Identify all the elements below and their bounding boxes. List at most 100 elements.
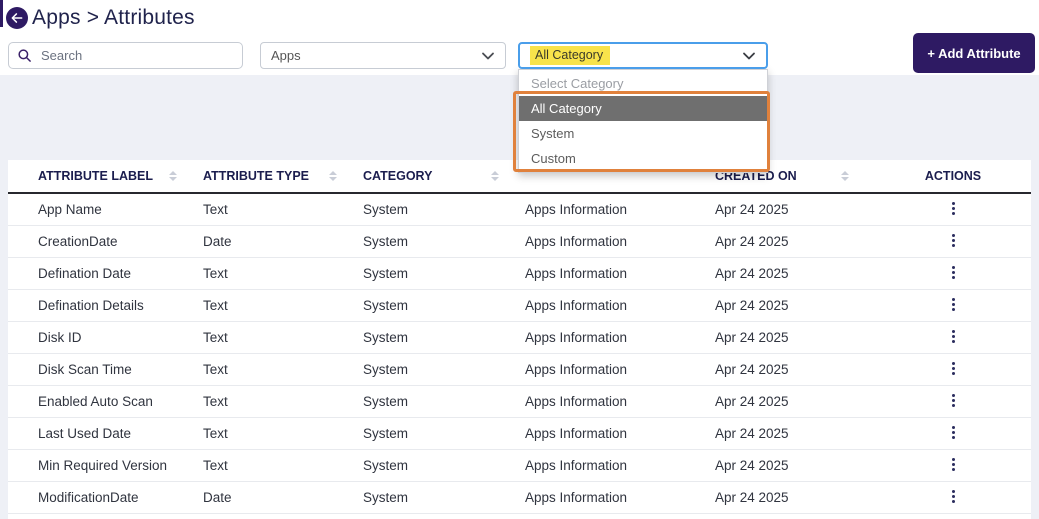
- table-cell: Disk ID: [8, 321, 203, 354]
- table-cell: Text: [203, 385, 363, 418]
- table-cell: Apr 24 2025: [715, 353, 875, 386]
- table-cell: Text: [203, 353, 363, 386]
- chevron-down-icon: [482, 52, 494, 59]
- dropdown-option-system[interactable]: System: [519, 121, 767, 146]
- table-cell: Enabled Auto Scan: [8, 385, 203, 418]
- table-cell: Apr 24 2025: [715, 257, 875, 290]
- apps-select-value: Apps: [271, 48, 301, 63]
- page-header: Apps > Attributes: [6, 6, 195, 30]
- table-cell: System: [363, 289, 525, 322]
- sort-icon[interactable]: [169, 171, 177, 181]
- row-actions-kebab-icon[interactable]: [946, 326, 961, 347]
- table-cell: Apr 24 2025: [715, 289, 875, 322]
- table-cell: Apr 24 2025: [715, 193, 875, 226]
- sort-icon[interactable]: [329, 171, 337, 181]
- table-cell: Date: [203, 225, 363, 258]
- table-cell: ModificationDate: [8, 481, 203, 514]
- row-actions-kebab-icon[interactable]: [946, 230, 961, 251]
- column-header-category[interactable]: CATEGORY: [363, 160, 525, 194]
- table-cell: Min Required Version: [8, 449, 203, 482]
- table-cell: App Name: [8, 193, 203, 226]
- search-icon: [18, 49, 31, 62]
- page-title: Apps > Attributes: [32, 6, 195, 29]
- row-actions-kebab-icon[interactable]: [946, 486, 961, 507]
- row-actions-kebab-icon[interactable]: [946, 454, 961, 475]
- table-row: Last Used Date Text System Apps Information…: [8, 417, 1031, 450]
- category-select-value: All Category: [530, 46, 611, 65]
- row-actions-kebab-icon[interactable]: [946, 390, 961, 411]
- table-cell: Apr 24 2025: [715, 225, 875, 258]
- table-cell: Apr 24 2025: [715, 449, 875, 482]
- table-row: Disk Scan Time Text System Apps Information…: [8, 353, 1031, 386]
- dropdown-option-custom[interactable]: Custom: [519, 146, 767, 171]
- table-cell-actions: [875, 289, 1031, 322]
- table-cell: Apps Information: [525, 417, 715, 450]
- search-box: [8, 42, 243, 69]
- search-input[interactable]: [8, 42, 243, 69]
- sidebar-edge: [0, 0, 3, 27]
- table-cell-actions: [875, 193, 1031, 226]
- column-label: CATEGORY: [363, 169, 433, 183]
- table-cell-actions: [875, 481, 1031, 514]
- table-cell: System: [363, 257, 525, 290]
- table-cell-actions: [875, 353, 1031, 386]
- table-cell: Apps Information: [525, 385, 715, 418]
- table-cell: Apr 24 2025: [715, 385, 875, 418]
- table-cell: System: [363, 353, 525, 386]
- dropdown-option-placeholder: Select Category: [531, 76, 624, 91]
- column-label: ACTIONS: [924, 169, 982, 183]
- table-cell: Date: [203, 481, 363, 514]
- table-cell-actions: [875, 257, 1031, 290]
- dropdown-option-all-category[interactable]: All Category: [519, 96, 767, 121]
- table-cell: Text: [203, 321, 363, 354]
- table-cell: System: [363, 417, 525, 450]
- row-actions-kebab-icon[interactable]: [946, 262, 961, 283]
- table-cell: Text: [203, 289, 363, 322]
- table-cell: System: [363, 385, 525, 418]
- back-button[interactable]: [6, 7, 28, 29]
- row-actions-kebab-icon[interactable]: [946, 198, 961, 219]
- table-row: Enabled Auto Scan Text System Apps Informat…: [8, 385, 1031, 418]
- table-cell-actions: [875, 321, 1031, 354]
- table-cell: System: [363, 321, 525, 354]
- category-dropdown-list: Select Category All Category System Custom: [518, 69, 768, 173]
- attributes-page: Apps > Attributes Apps All Category + Ad…: [0, 0, 1039, 519]
- sort-icon[interactable]: [491, 171, 499, 181]
- chevron-down-icon: [743, 52, 755, 59]
- apps-select[interactable]: Apps: [260, 42, 506, 69]
- table-cell: Apps Information: [525, 353, 715, 386]
- column-label: ATTRIBUTE TYPE: [203, 169, 310, 183]
- table-cell: System: [363, 193, 525, 226]
- table-cell: Apr 24 2025: [715, 417, 875, 450]
- table-cell: Last Used Date: [8, 417, 203, 450]
- table-row: ModificationDate Date System Apps Informati…: [8, 481, 1031, 514]
- table-cell: Disk Scan Time: [8, 353, 203, 386]
- sort-icon[interactable]: [841, 171, 849, 181]
- attributes-table-card: ATTRIBUTE LABEL ATTRIBUTE TYPE CATEGORY CRE…: [8, 160, 1031, 519]
- table-row: Min Required Version Text System Apps Infor…: [8, 449, 1031, 482]
- table-cell-actions: [875, 225, 1031, 258]
- table-cell-actions: [875, 417, 1031, 450]
- add-attribute-button[interactable]: + Add Attribute: [913, 33, 1035, 73]
- table-cell: Apps Information: [525, 481, 715, 514]
- column-header-attribute-type[interactable]: ATTRIBUTE TYPE: [203, 160, 363, 194]
- row-actions-kebab-icon[interactable]: [946, 358, 961, 379]
- category-select[interactable]: All Category: [518, 42, 768, 69]
- row-actions-kebab-icon[interactable]: [946, 294, 961, 315]
- table-row: CreationDate Date System Apps Information Ap…: [8, 225, 1031, 258]
- table-cell-actions: [875, 449, 1031, 482]
- column-header-attribute-label[interactable]: ATTRIBUTE LABEL: [8, 160, 203, 194]
- table-cell: Text: [203, 449, 363, 482]
- column-header-actions: ACTIONS: [875, 160, 1031, 194]
- table-row: App Name Text System Apps Information Apr 24…: [8, 193, 1031, 226]
- row-actions-kebab-icon[interactable]: [946, 422, 961, 443]
- attributes-table: ATTRIBUTE LABEL ATTRIBUTE TYPE CATEGORY CRE…: [8, 160, 1031, 514]
- table-cell: Apps Information: [525, 449, 715, 482]
- table-cell: Apr 24 2025: [715, 321, 875, 354]
- table-cell: System: [363, 481, 525, 514]
- table-cell: Defination Details: [8, 289, 203, 322]
- table-cell: Text: [203, 417, 363, 450]
- table-row: Defination Details Text System Apps Informa…: [8, 289, 1031, 322]
- table-cell: Apps Information: [525, 257, 715, 290]
- table-cell-actions: [875, 385, 1031, 418]
